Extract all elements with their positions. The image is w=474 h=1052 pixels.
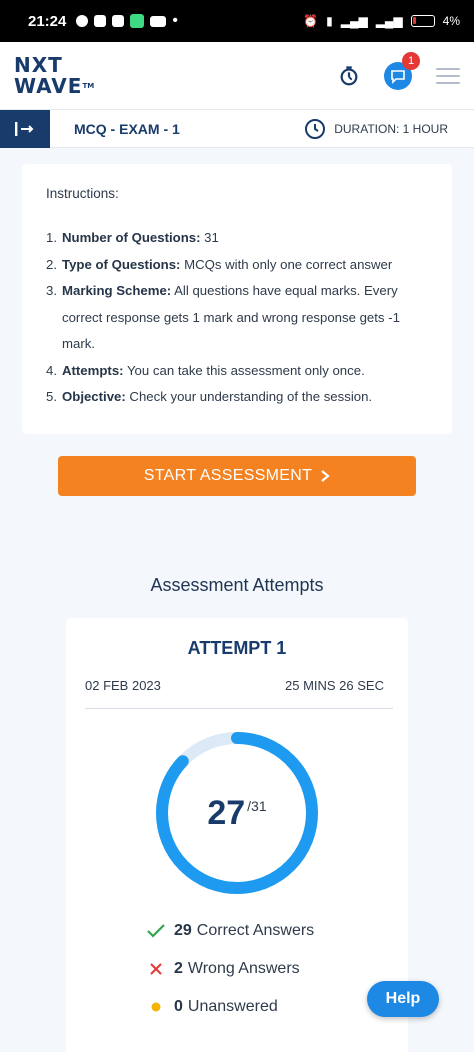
vibrate-icon: ▮: [326, 14, 333, 28]
chat-icon: [391, 69, 405, 84]
exit-button[interactable]: [0, 109, 50, 148]
cross-icon: [150, 963, 162, 975]
score-display: 27 /31: [154, 730, 320, 896]
instruction-item: 1. Number of Questions: 31: [46, 230, 219, 245]
score-total: /31: [247, 798, 267, 814]
correct-answers-stat: 29 Correct Answers: [146, 922, 314, 940]
app-header: NXT WAVETM 1: [0, 42, 474, 110]
divider: [85, 708, 393, 709]
chat-notif-icon: [112, 15, 125, 27]
check-icon: [147, 924, 165, 938]
exam-bar: MCQ - EXAM - 1 DURATION: 1 HOUR: [0, 109, 474, 148]
score-value: 27: [207, 793, 246, 832]
alarm-icon: ⏰: [303, 14, 319, 28]
instruction-item: 3. Marking Scheme: All questions have equ…: [46, 283, 400, 351]
youtube-icon: [150, 15, 167, 27]
attempt-card: ATTEMPT 1 02 FEB 2023 25 MINS 26 SEC 27 …: [66, 618, 408, 1052]
instruction-item: 5. Objective: Check your understanding of…: [46, 389, 373, 404]
wrong-answers-stat: 2 Wrong Answers: [146, 960, 300, 978]
dot-icon: [151, 1002, 161, 1012]
status-bar: 21:24 • ⏰ ▮ ▂▄▆ ▂▄▆ 4%: [0, 0, 474, 42]
signal-icon: ▂▄▆: [340, 14, 368, 28]
snapchat-icon: [94, 15, 107, 27]
status-time: 21:24: [28, 12, 67, 30]
instruction-item: 2. Type of Questions: MCQs with only one …: [46, 256, 393, 272]
clock-icon: [305, 118, 326, 139]
wifi-icon: ▂▄▆: [375, 14, 403, 28]
notification-badge: 1: [402, 51, 420, 70]
start-assessment-button[interactable]: START ASSESSMENT: [58, 456, 416, 496]
start-assessment-label: START ASSESSMENT: [143, 467, 313, 484]
more-notif-icon: •: [172, 12, 178, 29]
instructions-card: Instructions: 1. Number of Questions: 31 …: [22, 164, 452, 434]
attempt-duration: 25 MINS 26 SEC: [285, 678, 384, 693]
unanswered-stat: 0 Unanswered: [146, 998, 278, 1016]
instructions-heading: Instructions:: [46, 186, 119, 201]
menu-icon[interactable]: [436, 67, 460, 84]
notification-icons: •: [76, 12, 178, 30]
exam-title: MCQ - EXAM - 1: [74, 120, 180, 137]
whatsapp-icon: [76, 15, 89, 27]
chat-button[interactable]: 1: [384, 51, 420, 90]
instructions-list: 1. Number of Questions: 31 2. Type of Ques…: [46, 225, 428, 411]
timer-icon[interactable]: [338, 65, 360, 87]
attempt-title: ATTEMPT 1: [187, 638, 287, 658]
exit-icon: [15, 121, 34, 136]
app-notif-icon: [130, 14, 145, 28]
chevron-right-icon: [321, 470, 330, 482]
attempts-heading: Assessment Attempts: [150, 575, 324, 595]
battery-percent: 4%: [442, 14, 460, 28]
battery-icon: [410, 15, 435, 27]
exam-duration: DURATION: 1 HOUR: [304, 118, 448, 140]
attempt-date: 02 FEB 2023: [85, 678, 161, 693]
help-button[interactable]: Help: [367, 981, 439, 1017]
nxtwave-logo[interactable]: NXT WAVETM: [14, 54, 94, 97]
instruction-item: 4. Attempts: You can take this assessment…: [46, 362, 365, 378]
